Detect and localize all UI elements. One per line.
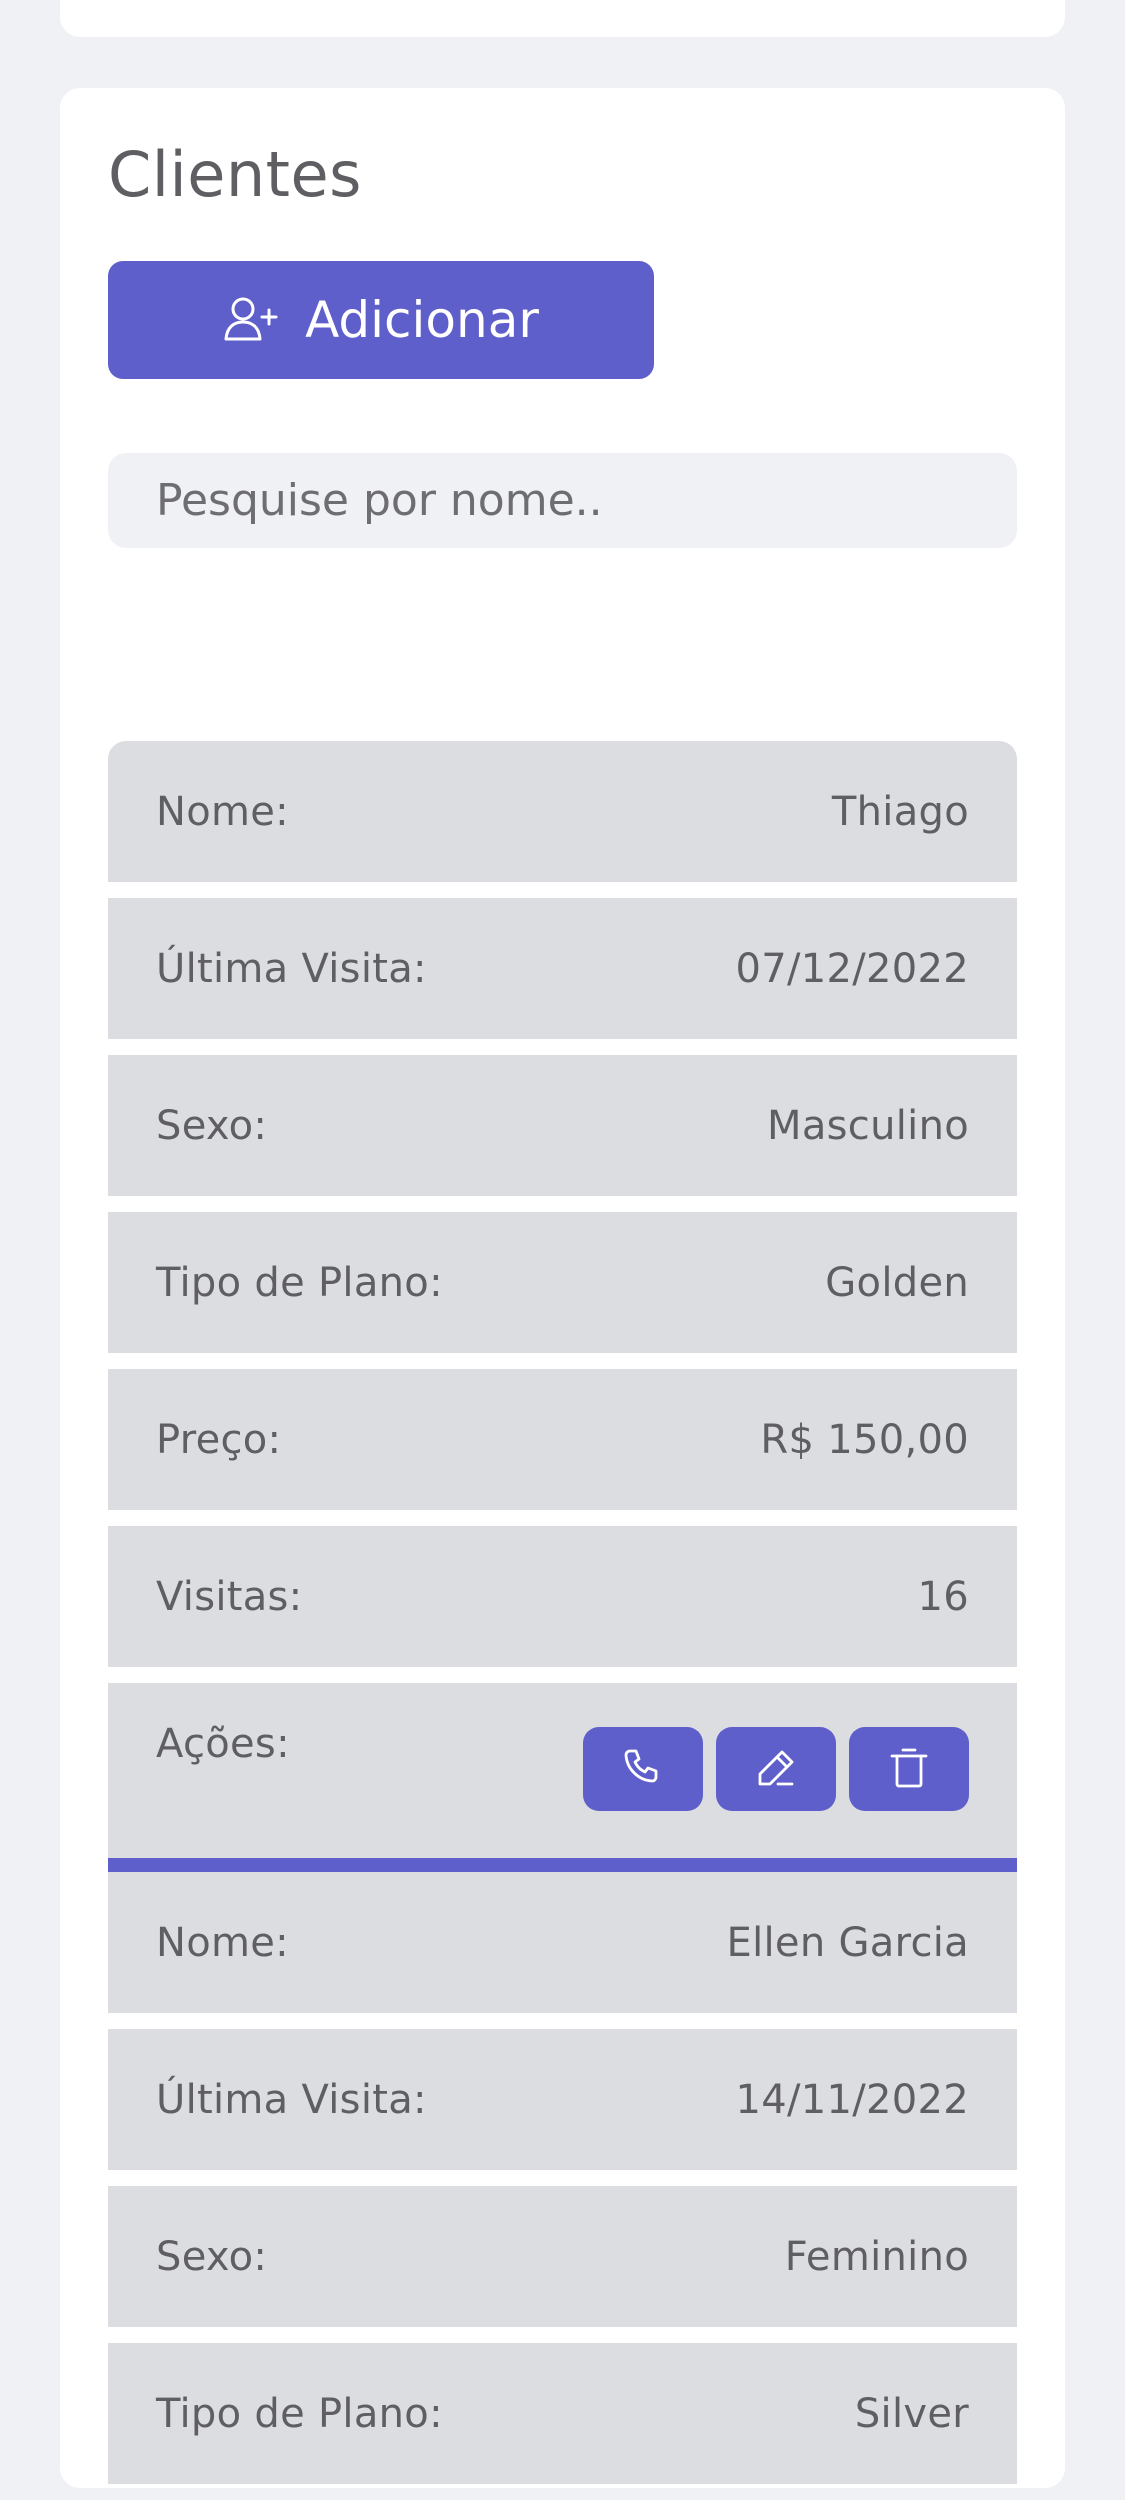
client-last-visit: 07/12/2022 [735,945,969,992]
client-row-visits: Visitas: 16 [108,1526,1017,1667]
client-row-price: Preço: R$ 150,00 [108,1369,1017,1510]
add-client-button-label: Adicionar [305,291,539,349]
client-plan: Golden [825,1259,969,1306]
client-row-plan: Tipo de Plano: Golden [108,1212,1017,1353]
client-row-last-visit: Última Visita: 07/12/2022 [108,898,1017,1039]
row-label: Preço: [156,1416,282,1463]
search-input[interactable] [108,453,1017,548]
row-label: Tipo de Plano: [156,2390,443,2437]
row-label: Sexo: [156,1102,268,1149]
client-divider [108,1858,1017,1872]
row-label: Última Visita: [156,2076,427,2123]
client-row-sex: Sexo: Masculino [108,1055,1017,1196]
delete-button[interactable] [849,1727,969,1811]
client-visits: 16 [917,1573,969,1620]
add-client-button[interactable]: Adicionar [108,261,654,379]
row-label: Visitas: [156,1573,303,1620]
row-label: Tipo de Plano: [156,1259,443,1306]
action-buttons [583,1727,969,1811]
client-row-last-visit: Última Visita: 14/11/2022 [108,2029,1017,2170]
call-button[interactable] [583,1727,703,1811]
search-box [108,453,1017,548]
client-name: Thiago [831,788,969,835]
client-plan: Silver [854,2390,969,2437]
previous-card [60,0,1065,37]
client-card: Nome: Ellen Garcia Última Visita: 14/11/… [108,1872,1017,2500]
client-row-name: Nome: Thiago [108,741,1017,882]
client-row-sex: Sexo: Feminino [108,2186,1017,2327]
client-list: Nome: Thiago Última Visita: 07/12/2022 S… [108,741,1017,2500]
phone-icon [619,1744,667,1795]
row-label: Nome: [156,1919,289,1966]
clients-card: Clientes Adicionar Nome: Thiago Última V… [60,88,1065,2488]
page-title: Clientes [108,138,362,211]
client-row-name: Nome: Ellen Garcia [108,1872,1017,2013]
row-label: Nome: [156,788,289,835]
edit-button[interactable] [716,1727,836,1811]
pencil-icon [752,1744,800,1795]
user-plus-icon [223,295,283,345]
client-name: Ellen Garcia [726,1919,969,1966]
trash-icon [885,1744,933,1795]
client-sex: Feminino [784,2233,969,2280]
client-sex: Masculino [767,1102,969,1149]
client-row-plan: Tipo de Plano: Silver [108,2343,1017,2484]
client-card: Nome: Thiago Última Visita: 07/12/2022 S… [108,741,1017,1872]
row-label: Sexo: [156,2233,268,2280]
client-last-visit: 14/11/2022 [735,2076,969,2123]
client-price: R$ 150,00 [760,1416,969,1463]
row-label: Ações: [156,1721,290,1767]
client-row-actions: Ações: [108,1683,1017,1858]
row-label: Última Visita: [156,945,427,992]
